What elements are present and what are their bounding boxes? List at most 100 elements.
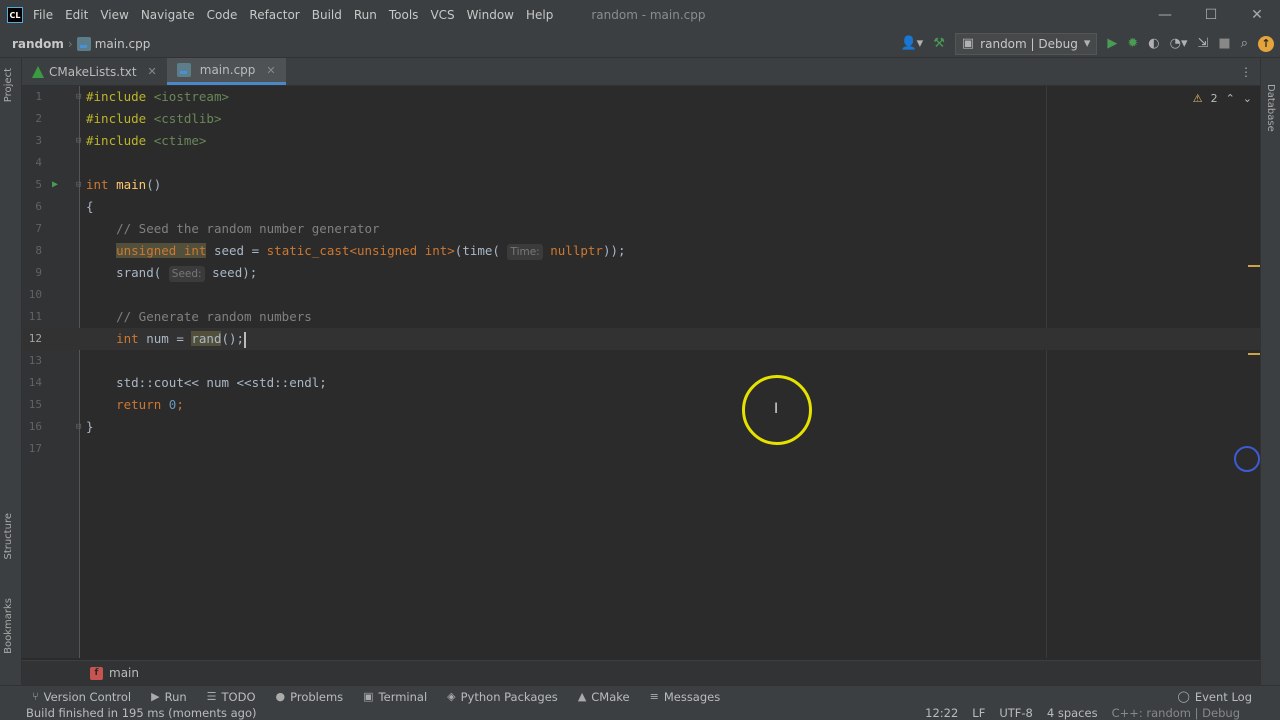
line-number: 1	[35, 90, 42, 103]
code-text: #include <cstdlib>	[86, 108, 221, 130]
fold-icon[interactable]: ⊟	[76, 416, 81, 438]
navigation-bar: random › main.cpp 👤▾ ⚒ ▣ random | Debug …	[0, 30, 1280, 58]
line-number: 7	[35, 222, 42, 235]
blue-ring-indicator	[1234, 446, 1260, 472]
chevron-up-icon[interactable]: ⌃	[1226, 92, 1235, 105]
more-tabs-icon[interactable]: ⋮	[1240, 58, 1260, 85]
code-editor[interactable]: 1 ⊟ #include <iostream> 2 #include <cstd…	[22, 86, 1260, 658]
user-icon[interactable]: 👤▾	[901, 36, 924, 51]
version-control-tool-button[interactable]: ⑂ Version Control	[0, 690, 141, 704]
token: }	[86, 419, 94, 434]
terminal-tool-button[interactable]: ▣ Terminal	[353, 690, 437, 704]
warning-stripe-marker[interactable]	[1248, 265, 1260, 267]
bookmarks-tool-button[interactable]: Bookmarks	[3, 598, 14, 654]
fold-icon[interactable]: ⊟	[76, 86, 81, 108]
tool-label: Messages	[663, 689, 721, 704]
search-icon[interactable]: ⌕	[1241, 36, 1248, 51]
run-configuration-select[interactable]: ▣ random | Debug ▾	[954, 32, 1098, 55]
tool-window-bar: ⑂ Version Control ▶ Run ☰ TODO ● Problem…	[0, 685, 1280, 707]
code-line: 9 srand( Seed: seed);	[22, 262, 1260, 284]
minimize-button[interactable]: —	[1142, 7, 1188, 23]
status-message[interactable]: Build finished in 195 ms (moments ago)	[0, 707, 256, 720]
run-tool-button[interactable]: ▶ Run	[141, 690, 197, 704]
text-caret	[244, 331, 247, 348]
menu-refactor[interactable]: Refactor	[243, 8, 305, 22]
menu-build[interactable]: Build	[306, 8, 348, 22]
indent-setting[interactable]: 4 spaces	[1047, 707, 1098, 720]
profile-icon[interactable]: ◔▾	[1170, 36, 1188, 51]
line-number: 8	[35, 244, 42, 257]
debug-icon[interactable]: ✹	[1127, 36, 1138, 51]
token: num =	[138, 331, 192, 346]
line-number: 13	[28, 354, 42, 367]
menu-vcs[interactable]: VCS	[424, 8, 460, 22]
close-icon[interactable]: ✕	[148, 65, 157, 78]
caret-position[interactable]: 12:22	[925, 707, 958, 720]
left-tool-strip: Project Structure Bookmarks	[0, 58, 22, 685]
line-separator[interactable]: LF	[972, 707, 985, 720]
project-tool-button[interactable]: Project	[3, 68, 14, 102]
structure-tool-button[interactable]: Structure	[3, 513, 14, 560]
editor-tabs: CMakeLists.txt ✕ main.cpp ✕ ⋮	[22, 58, 1260, 86]
menu-help[interactable]: Help	[520, 8, 559, 22]
menu-file[interactable]: File	[27, 8, 59, 22]
tab-cmakelists[interactable]: CMakeLists.txt ✕	[22, 58, 167, 85]
stop-icon[interactable]: ■	[1218, 36, 1230, 51]
update-icon[interactable]: ↑	[1258, 35, 1274, 52]
maximize-button[interactable]: ☐	[1188, 7, 1234, 23]
code-line: 11 // Generate random numbers	[22, 306, 1260, 328]
todo-icon: ☰	[206, 690, 217, 703]
database-tool-button[interactable]: Database	[1265, 84, 1276, 132]
menu-tools[interactable]: Tools	[383, 8, 425, 22]
problems-tool-button[interactable]: ● Problems	[266, 690, 354, 704]
build-hammer-icon[interactable]: ⚒	[933, 36, 945, 51]
menu-window[interactable]: Window	[461, 8, 520, 22]
token: <unsigned int>	[349, 243, 455, 258]
run-icon[interactable]: ▶	[1107, 36, 1117, 51]
code-text: #include <iostream>	[86, 86, 229, 108]
code-line: 6 {	[22, 196, 1260, 218]
cmake-tool-button[interactable]: ▲ CMake	[568, 690, 640, 704]
line-number: 11	[28, 310, 42, 323]
line-number: 16	[28, 420, 42, 433]
function-breadcrumb-label[interactable]: main	[109, 666, 139, 680]
messages-tool-button[interactable]: ≡ Messages	[640, 690, 731, 704]
warning-stripe-marker[interactable]	[1248, 353, 1260, 355]
menu-edit[interactable]: Edit	[59, 8, 94, 22]
run-gutter-icon[interactable]: ▶	[52, 174, 58, 196]
chevron-down-icon[interactable]: ⌄	[1243, 92, 1252, 105]
token: ));	[602, 243, 626, 258]
fold-icon[interactable]: ⊟	[76, 174, 81, 196]
menu-code[interactable]: Code	[201, 8, 244, 22]
code-line: 5 ▶ ⊟ int main()	[22, 174, 1260, 196]
todo-tool-button[interactable]: ☰ TODO	[197, 690, 266, 704]
token: std::cout<< num <<std::endl;	[116, 375, 327, 390]
file-encoding[interactable]: UTF-8	[999, 707, 1033, 720]
coverage-icon[interactable]: ◐	[1148, 36, 1159, 51]
token: #include	[86, 133, 147, 148]
menu-run[interactable]: Run	[348, 8, 383, 22]
status-bar: Build finished in 195 ms (moments ago) 1…	[0, 707, 1280, 720]
event-log-tool-button[interactable]: ◯ Event Log	[1168, 690, 1280, 704]
close-button[interactable]: ✕	[1234, 7, 1280, 23]
resolve-context[interactable]: C++: random | Debug	[1112, 707, 1240, 720]
fold-icon[interactable]: ⊟	[76, 130, 81, 152]
breadcrumb-file[interactable]: main.cpp	[95, 37, 151, 51]
close-icon[interactable]: ✕	[266, 64, 275, 77]
code-line: 14 std::cout<< num <<std::endl;	[22, 372, 1260, 394]
token: seed);	[212, 265, 258, 280]
menu-view[interactable]: View	[94, 8, 134, 22]
breadcrumb-project[interactable]: random	[12, 37, 64, 51]
token: unsigned int	[116, 243, 207, 258]
cpp-file-icon	[76, 36, 91, 51]
tab-main-cpp[interactable]: main.cpp ✕	[166, 58, 286, 85]
tool-label: CMake	[591, 689, 630, 704]
inspection-widget[interactable]: ⚠ 2 ⌃ ⌄	[1193, 92, 1252, 105]
python-packages-tool-button[interactable]: ◈ Python Packages	[437, 690, 568, 704]
cmake-config-icon: ▣	[961, 36, 975, 51]
menu-navigate[interactable]: Navigate	[135, 8, 201, 22]
function-icon: f	[90, 666, 103, 680]
messages-icon: ≡	[649, 690, 659, 703]
warning-count: 2	[1210, 92, 1218, 105]
attach-icon[interactable]: ⇲	[1198, 36, 1209, 51]
